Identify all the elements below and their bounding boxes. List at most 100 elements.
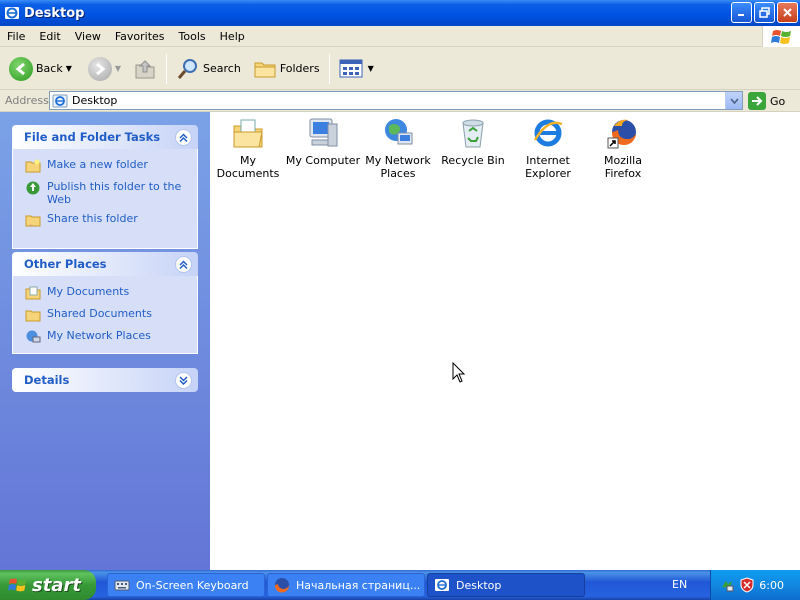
system-tray: 6:00	[710, 570, 800, 600]
window-title: Desktop	[24, 5, 85, 21]
restore-icon	[759, 7, 770, 18]
address-field[interactable]: Desktop	[49, 91, 743, 110]
forward-arrow-icon	[87, 56, 112, 81]
icon-label: My Network Places	[365, 154, 431, 180]
collapse-chevron-icon[interactable]	[175, 255, 192, 273]
panel-title: Other Places	[24, 257, 107, 271]
menu-edit[interactable]: Edit	[32, 30, 67, 43]
search-button[interactable]: Search	[173, 52, 244, 86]
task-label: Make a new folder	[47, 158, 148, 171]
share-folder-icon	[25, 215, 41, 227]
recycle-bin-icon	[462, 119, 484, 148]
address-dropdown-button[interactable]	[725, 92, 742, 109]
mouse-cursor-icon	[452, 362, 466, 383]
menu-tools[interactable]: Tools	[172, 30, 213, 43]
internet-explorer-icon	[533, 119, 563, 147]
forward-dropdown-icon[interactable]: ▼	[115, 64, 121, 73]
other-places-header[interactable]: Other Places	[12, 252, 198, 276]
menu-file[interactable]: File	[0, 30, 32, 43]
desktop-icon-internet-explorer[interactable]: Internet Explorer	[510, 116, 586, 180]
desktop-icon-my-computer[interactable]: My Computer	[285, 116, 361, 167]
firefox-icon	[274, 578, 289, 593]
task-share-folder[interactable]: Share this folder	[25, 212, 187, 228]
go-button[interactable]: Go	[748, 92, 785, 110]
taskbar-item-firefox[interactable]: Начальная страниц...	[267, 573, 425, 597]
my-documents-icon	[25, 286, 41, 300]
task-make-new-folder[interactable]: Make a new folder	[25, 158, 187, 174]
my-documents-icon	[233, 119, 263, 148]
ie-folder-icon	[5, 7, 19, 19]
folders-button[interactable]: Folders	[250, 52, 323, 86]
maximize-button[interactable]	[754, 2, 775, 23]
collapse-chevron-icon[interactable]	[175, 128, 192, 146]
chevron-down-icon	[729, 97, 739, 104]
taskbar-item-desktop[interactable]: Desktop	[427, 573, 585, 597]
address-bar: Address Desktop Go	[0, 90, 800, 112]
views-button[interactable]: ▼	[336, 52, 377, 86]
back-dropdown-icon[interactable]: ▼	[66, 64, 72, 73]
icon-label: My Computer	[285, 154, 361, 167]
views-icon	[339, 59, 363, 77]
icon-label: My Documents	[216, 154, 280, 180]
details-header[interactable]: Details	[12, 368, 198, 392]
taskbar-item-on-screen-keyboard[interactable]: On-Screen Keyboard	[107, 573, 265, 597]
expand-chevron-icon[interactable]	[175, 371, 192, 389]
globe-publish-icon	[26, 181, 40, 195]
start-button[interactable]: start	[0, 570, 96, 600]
panel-title: Details	[24, 373, 70, 387]
icon-label: Mozilla Firefox	[604, 154, 642, 180]
menu-view[interactable]: View	[68, 30, 108, 43]
task-publish-web[interactable]: Publish this folder to the Web	[25, 180, 187, 206]
panel-title: File and Folder Tasks	[24, 130, 161, 144]
close-button[interactable]	[777, 2, 798, 23]
file-folder-tasks-header[interactable]: File and Folder Tasks	[12, 125, 198, 149]
folders-label: Folders	[279, 62, 320, 75]
taskbar-item-label: Начальная страниц...	[296, 578, 421, 592]
new-folder-icon	[25, 159, 41, 173]
task-label: Publish this folder to the Web	[47, 180, 182, 206]
taskbar-item-label: On-Screen Keyboard	[136, 578, 249, 592]
title-bar[interactable]: Desktop	[0, 0, 800, 26]
desktop-icon-recycle-bin[interactable]: Recycle Bin	[435, 116, 511, 167]
network-places-icon	[26, 330, 41, 343]
views-dropdown-icon[interactable]: ▼	[368, 64, 374, 73]
network-tray-icon[interactable]	[719, 577, 735, 593]
windows-logo	[762, 26, 800, 47]
clock[interactable]: 6:00	[759, 579, 784, 592]
up-folder-icon	[135, 59, 155, 78]
desktop-icon-mozilla-firefox[interactable]: Mozilla Firefox	[585, 116, 661, 180]
keyboard-icon	[114, 580, 130, 591]
go-label: Go	[770, 94, 786, 108]
my-computer-icon	[309, 118, 338, 147]
task-label: Share this folder	[47, 212, 138, 225]
folder-content[interactable]: My Documents My Computer My Network Plac…	[210, 112, 800, 570]
ie-folder-icon	[435, 579, 449, 591]
shared-folder-icon	[25, 310, 41, 322]
ie-folder-icon	[52, 94, 68, 107]
place-my-network-places[interactable]: My Network Places	[25, 329, 187, 345]
security-shield-icon[interactable]	[739, 577, 755, 593]
close-icon	[783, 8, 792, 17]
desktop-icon-my-network-places[interactable]: My Network Places	[360, 116, 436, 180]
place-my-documents[interactable]: My Documents	[25, 285, 187, 301]
back-label: Back	[36, 62, 63, 75]
up-folder-button[interactable]	[130, 52, 160, 86]
menu-help[interactable]: Help	[213, 30, 252, 43]
desktop-icon-my-documents[interactable]: My Documents	[210, 116, 286, 180]
taskbar-item-label: Desktop	[456, 578, 502, 592]
language-indicator[interactable]: EN	[672, 578, 687, 591]
forward-button[interactable]: ▼	[85, 52, 124, 86]
toolbar-separator	[328, 53, 330, 84]
toolbar-separator	[166, 53, 168, 84]
address-value: Desktop	[72, 94, 118, 107]
address-label: Address	[5, 94, 49, 107]
menu-favorites[interactable]: Favorites	[108, 30, 172, 43]
place-shared-documents[interactable]: Shared Documents	[25, 307, 187, 323]
minimize-button[interactable]	[731, 2, 752, 23]
taskbar: start On-Screen Keyboard Начальная стран…	[0, 570, 800, 600]
file-folder-tasks-panel: File and Folder Tasks Make a new folder …	[12, 125, 198, 249]
windows-flag-icon	[770, 29, 791, 44]
back-button[interactable]: Back ▼	[6, 52, 75, 86]
place-label: My Network Places	[47, 329, 151, 342]
go-arrow-icon	[748, 92, 766, 110]
